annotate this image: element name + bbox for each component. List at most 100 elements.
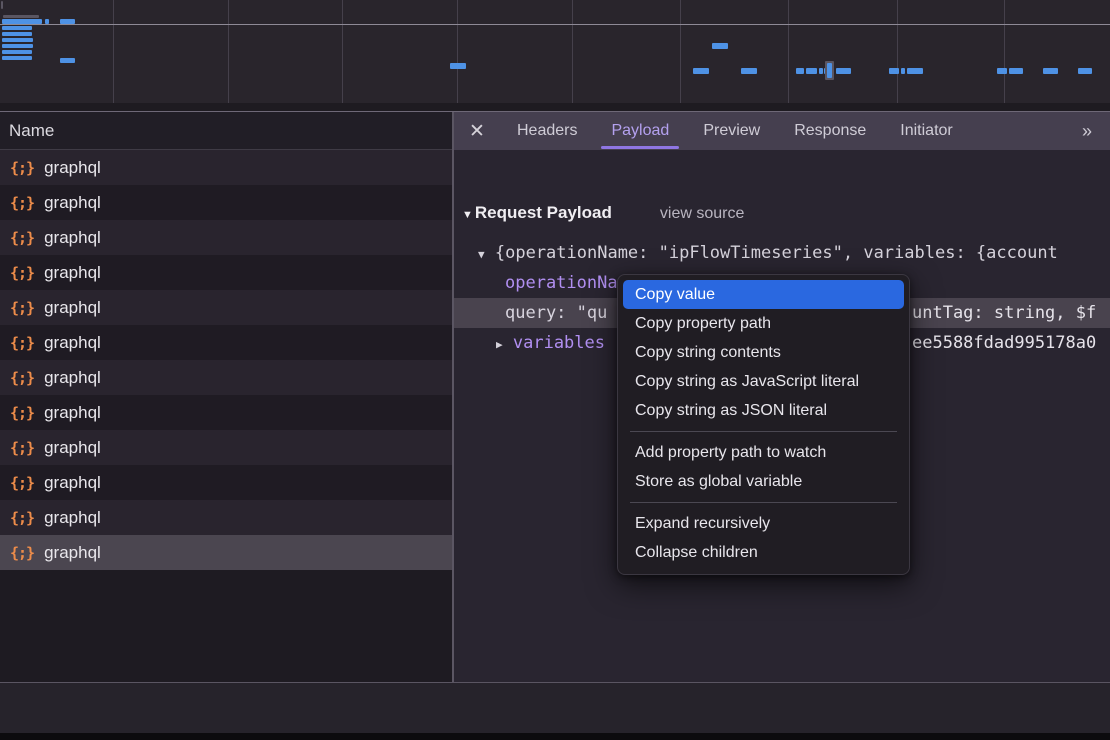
fetch-xhr-icon: {;}: [10, 194, 34, 212]
fetch-xhr-icon: {;}: [10, 369, 34, 387]
timeline-gridline: [113, 0, 114, 103]
timeline-hline: [0, 24, 1110, 25]
tree-root-row[interactable]: ▼ {operationName: "ipFlowTimeseries", va…: [454, 238, 1110, 268]
request-row-graphql[interactable]: {;} graphql: [0, 500, 452, 535]
request-row-graphql[interactable]: {;}graphql: [0, 290, 452, 325]
network-overview-timeline[interactable]: [0, 0, 1110, 103]
request-timing-bar: [889, 68, 899, 74]
tab-response[interactable]: Response: [777, 112, 883, 150]
request-row-graphql[interactable]: {;}graphql: [0, 220, 452, 255]
timeline-gridline: [897, 0, 898, 103]
request-timing-bar: [796, 68, 804, 74]
fetch-xhr-icon: {;}: [10, 159, 34, 177]
menu-item-store-as-global-variable[interactable]: Store as global variable: [623, 467, 904, 496]
window-bottom-edge: [0, 733, 1110, 740]
request-timing-bar: [1, 1, 3, 9]
request-row-graphql[interactable]: {;} graphql: [0, 255, 452, 290]
request-name-label: graphql: [44, 473, 101, 493]
request-timing-bar: [827, 63, 832, 78]
request-row-graphql[interactable]: {;} graphql: [0, 395, 452, 430]
pane-divider[interactable]: [452, 112, 454, 733]
menu-item-copy-property-path[interactable]: Copy property path: [623, 309, 904, 338]
devtools-network-panel: Name {;}graphql{;}graphql{;}graphql{;}gr…: [0, 0, 1110, 740]
request-timing-bar: [2, 50, 32, 54]
request-name-label: graphql: [44, 508, 101, 528]
request-name-label: graphql: [44, 228, 101, 248]
request-timing-bar: [1078, 68, 1092, 74]
menu-item-copy-string-as-javascript-literal[interactable]: Copy string as JavaScript literal: [623, 367, 904, 396]
request-timing-bar: [2, 32, 32, 36]
query-key-and-value-left: query: "qu: [505, 303, 607, 323]
request-row-graphql[interactable]: {;} graphql: [0, 185, 452, 220]
request-row-graphql[interactable]: {;} graphql: [0, 360, 452, 395]
request-name-label: graphql: [44, 298, 101, 318]
tab-headers[interactable]: Headers: [500, 112, 594, 150]
expand-caret-icon[interactable]: ▶: [496, 338, 503, 351]
request-timing-bar: [2, 26, 32, 30]
timeline-gridline: [228, 0, 229, 103]
fetch-xhr-icon: {;}: [10, 509, 34, 527]
timeline-gridline: [342, 0, 343, 103]
name-column-header[interactable]: Name: [0, 112, 452, 150]
request-timing-bar: [45, 19, 49, 24]
timeline-gridline: [788, 0, 789, 103]
expand-caret-icon[interactable]: ▼: [478, 248, 485, 261]
request-timing-bar: [901, 68, 905, 74]
request-row-graphql[interactable]: {;} graphql: [0, 465, 452, 500]
request-name-label: graphql: [44, 403, 101, 423]
close-icon[interactable]: ✕: [454, 120, 500, 143]
view-source-link[interactable]: view source: [660, 205, 744, 223]
more-tabs-icon[interactable]: »: [1062, 121, 1110, 142]
request-name-label: graphql: [44, 543, 101, 563]
menu-item-copy-string-as-json-literal[interactable]: Copy string as JSON literal: [623, 396, 904, 425]
root-preview-text: {operationName: "ipFlowTimeseries", vari…: [495, 243, 1058, 263]
timeline-gridline: [1004, 0, 1005, 103]
variables-value-right-fragment: ee5588fdad995178a0: [912, 328, 1096, 358]
menu-item-copy-string-contents[interactable]: Copy string contents: [623, 338, 904, 367]
tab-preview[interactable]: Preview: [686, 112, 777, 150]
fetch-xhr-icon: {;}: [10, 474, 34, 492]
summary-footer: [0, 683, 1110, 733]
request-timing-bar: [450, 63, 466, 69]
request-row-graphql[interactable]: {;}graphql: [0, 535, 452, 570]
section-title: Request Payload: [475, 203, 612, 223]
request-timing-bar: [3, 15, 39, 18]
request-list-pane: Name {;}graphql{;}graphql{;}graphql{;}gr…: [0, 112, 452, 682]
menu-item-expand-recursively[interactable]: Expand recursively: [623, 509, 904, 538]
property-key: variables: [513, 333, 605, 353]
request-row-graphql[interactable]: {;}graphql: [0, 325, 452, 360]
request-timing-bar: [806, 68, 817, 74]
request-row-graphql[interactable]: {;}graphql: [0, 150, 452, 185]
fetch-xhr-icon: {;}: [10, 264, 34, 282]
timeline-gridline: [457, 0, 458, 103]
request-timing-bar: [2, 56, 32, 60]
timeline-gridline: [680, 0, 681, 103]
menu-item-add-property-path-to-watch[interactable]: Add property path to watch: [623, 438, 904, 467]
request-timing-bar: [1009, 68, 1023, 74]
request-timing-bar: [741, 68, 757, 74]
request-timing-bar: [2, 19, 42, 24]
request-row-graphql[interactable]: {;}graphql: [0, 430, 452, 465]
fetch-xhr-icon: {;}: [10, 439, 34, 457]
request-name-label: graphql: [44, 333, 101, 353]
request-name-label: graphql: [44, 193, 101, 213]
collapse-caret-icon[interactable]: ▼: [462, 209, 473, 221]
request-timing-bar: [2, 38, 33, 42]
request-timing-bar: [819, 68, 823, 74]
request-payload-section-header[interactable]: ▼ Request Payload view source: [462, 203, 744, 223]
context-menu: Copy valueCopy property pathCopy string …: [617, 274, 910, 575]
tab-payload[interactable]: Payload: [594, 112, 686, 150]
request-name-label: graphql: [44, 263, 101, 283]
request-name-label: graphql: [44, 368, 101, 388]
request-rows: {;} graphql {;} graphql {;} graphql {;} graphql…: [0, 150, 452, 570]
fetch-xhr-icon: {;}: [10, 404, 34, 422]
request-timing-bar: [60, 19, 75, 24]
request-timing-bar: [2, 44, 33, 48]
tabs: HeadersPayloadPreviewResponseInitiator: [500, 112, 970, 150]
request-timing-bar: [1043, 68, 1058, 74]
menu-item-copy-value[interactable]: Copy value: [623, 280, 904, 309]
request-timing-bar: [997, 68, 1007, 74]
tab-initiator[interactable]: Initiator: [883, 112, 969, 150]
menu-item-collapse-children[interactable]: Collapse children: [623, 538, 904, 567]
detail-tabbar: ✕ HeadersPayloadPreviewResponseInitiator…: [454, 112, 1110, 150]
